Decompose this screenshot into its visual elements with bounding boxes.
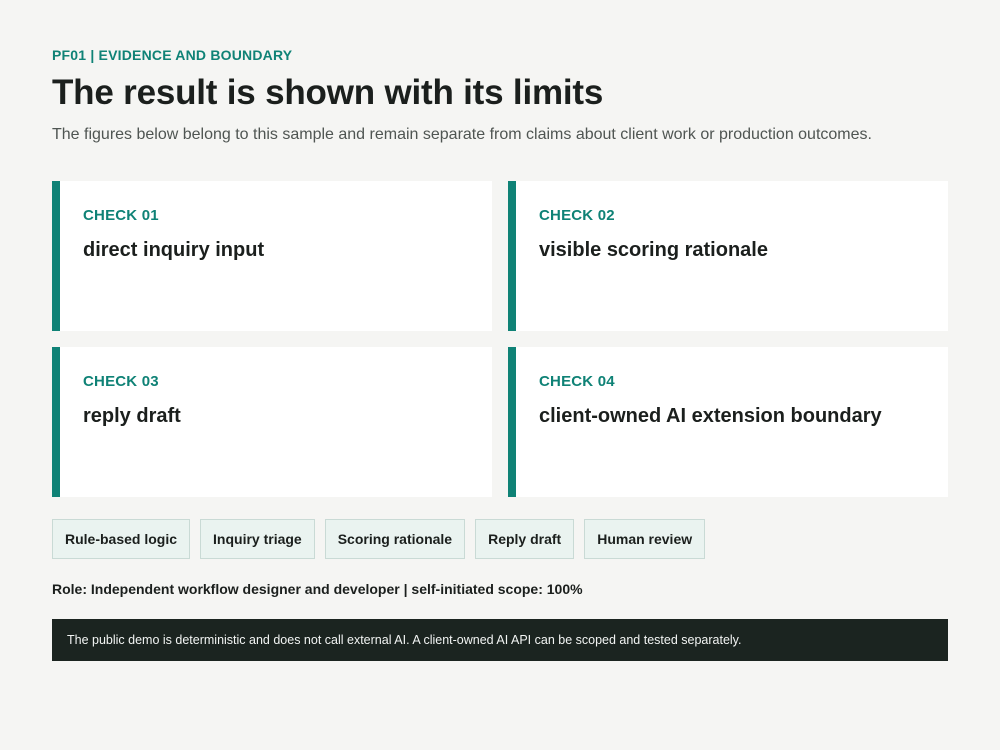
demo-note-text: The public demo is deterministic and doe…: [67, 633, 742, 647]
check-card-01: CHECK 01 direct inquiry input: [52, 181, 492, 331]
tag-human-review: Human review: [584, 519, 706, 559]
check-label: CHECK 02: [539, 207, 615, 224]
check-card-03: CHECK 03 reply draft: [52, 347, 492, 497]
role-statement: Role: Independent workflow designer and …: [52, 581, 583, 597]
tag-inquiry-triage: Inquiry triage: [200, 519, 315, 559]
tag-list: Rule-based logic Inquiry triage Scoring …: [52, 519, 706, 559]
tag-rule-based-logic: Rule-based logic: [52, 519, 191, 559]
check-label: CHECK 01: [83, 207, 159, 224]
check-label: CHECK 03: [83, 373, 159, 390]
check-text: visible scoring rationale: [539, 239, 768, 261]
check-label: CHECK 04: [539, 373, 615, 390]
tag-scoring-rationale: Scoring rationale: [324, 519, 466, 559]
check-text: direct inquiry input: [83, 239, 265, 261]
check-card-04: CHECK 04 client-owned AI extension bound…: [508, 347, 948, 497]
check-card-02: CHECK 02 visible scoring rationale: [508, 181, 948, 331]
check-text: client-owned AI extension boundary: [539, 405, 882, 427]
page-title: The result is shown with its limits: [52, 73, 604, 112]
demo-note-banner: The public demo is deterministic and doe…: [52, 619, 948, 661]
check-text: reply draft: [83, 405, 181, 427]
page-subtitle: The figures below belong to this sample …: [52, 126, 872, 143]
tag-reply-draft: Reply draft: [475, 519, 575, 559]
section-eyebrow: PF01 | EVIDENCE AND BOUNDARY: [52, 47, 293, 63]
checks-grid: CHECK 01 direct inquiry input CHECK 02 v…: [52, 181, 948, 497]
